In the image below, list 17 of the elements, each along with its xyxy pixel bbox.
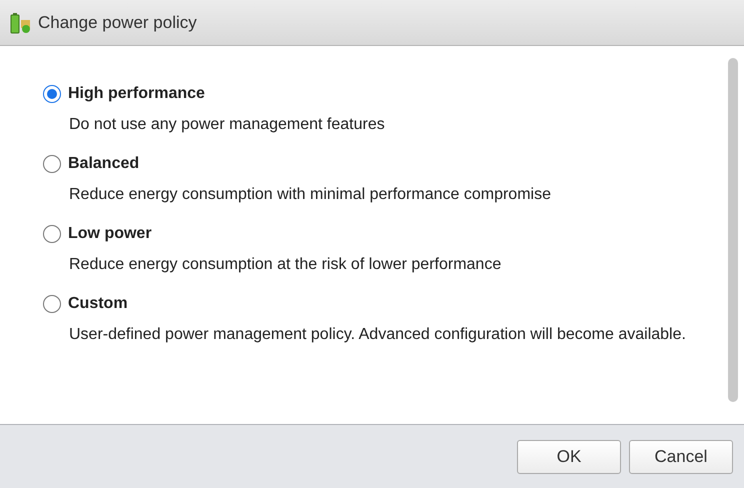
radio-option[interactable]: Low power bbox=[43, 222, 152, 246]
radio-button[interactable] bbox=[43, 225, 61, 243]
option-description: Do not use any power management features bbox=[69, 115, 386, 135]
option-description: User-defined power management policy. Advanced configuration will become available. bbox=[69, 325, 687, 345]
radio-button[interactable] bbox=[43, 85, 61, 103]
radio-option[interactable]: Custom bbox=[43, 292, 128, 316]
radio-option[interactable]: Balanced bbox=[43, 152, 140, 176]
radio-button[interactable] bbox=[43, 295, 61, 313]
radio-button[interactable] bbox=[43, 155, 61, 173]
option-description: Reduce energy consumption at the risk of lower performance bbox=[69, 255, 502, 275]
scrollbar[interactable] bbox=[728, 58, 738, 402]
battery-icon bbox=[10, 12, 32, 34]
dialog-button[interactable]: Cancel bbox=[629, 440, 733, 474]
option-description: Reduce energy consumption with minimal performance compromise bbox=[69, 185, 552, 205]
window-title: Change power policy bbox=[38, 12, 197, 34]
dialog-button[interactable]: OK bbox=[517, 440, 621, 474]
radio-option[interactable]: High performance bbox=[43, 82, 205, 106]
